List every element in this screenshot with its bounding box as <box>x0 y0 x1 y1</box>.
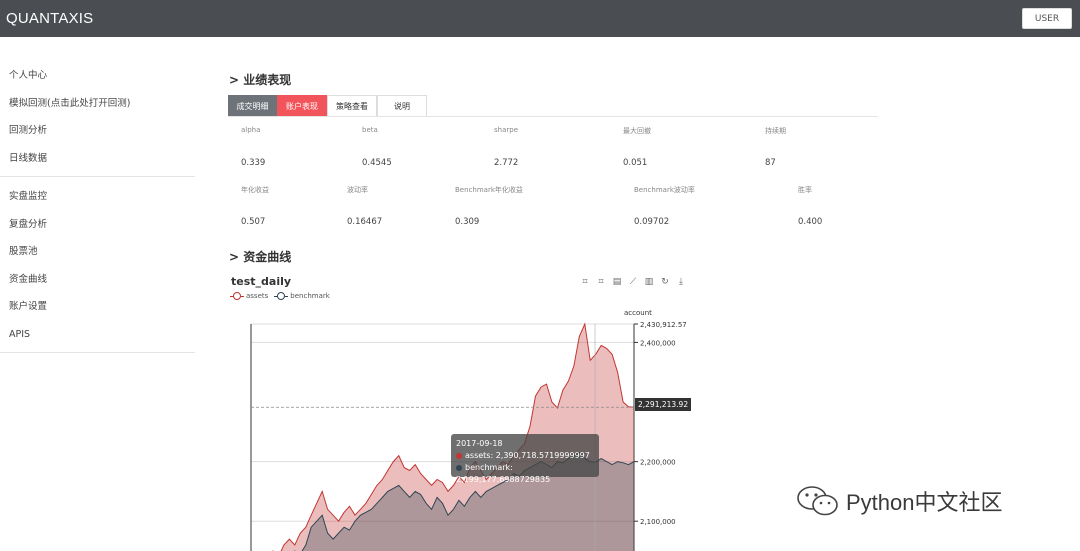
y-tick-label: 2,200,000 <box>640 459 676 467</box>
y-axis-title: account <box>624 309 652 317</box>
y-tick-label: 2,100,000 <box>640 518 676 526</box>
tooltip-row-benchmark: benchmark: 2,199,177.6988729835 <box>456 462 594 486</box>
tooltip-date: 2017-09-18 <box>456 439 503 448</box>
tooltip-benchmark-value: benchmark: 2,199,177.6988729835 <box>456 463 551 484</box>
y-axis-pointer-label: 2,291,213.92 <box>635 398 692 411</box>
y-max-label: 2,430,912.57 <box>640 321 687 329</box>
assets-dot-icon <box>456 452 462 459</box>
y-tick-label: 2,400,000 <box>640 339 676 347</box>
watermark-text: Python中文社区 <box>846 490 1003 515</box>
wechat-icon <box>797 486 838 516</box>
tooltip-row-assets: assets: 2,390,718.5719999997 <box>456 450 594 462</box>
benchmark-dot-icon <box>456 464 462 471</box>
watermark: Python中文社区 <box>796 485 1003 517</box>
tooltip-assets-value: assets: 2,390,718.5719999997 <box>465 451 590 460</box>
chart-tooltip: 2017-09-18 assets: 2,390,718.5719999997 … <box>451 434 599 484</box>
